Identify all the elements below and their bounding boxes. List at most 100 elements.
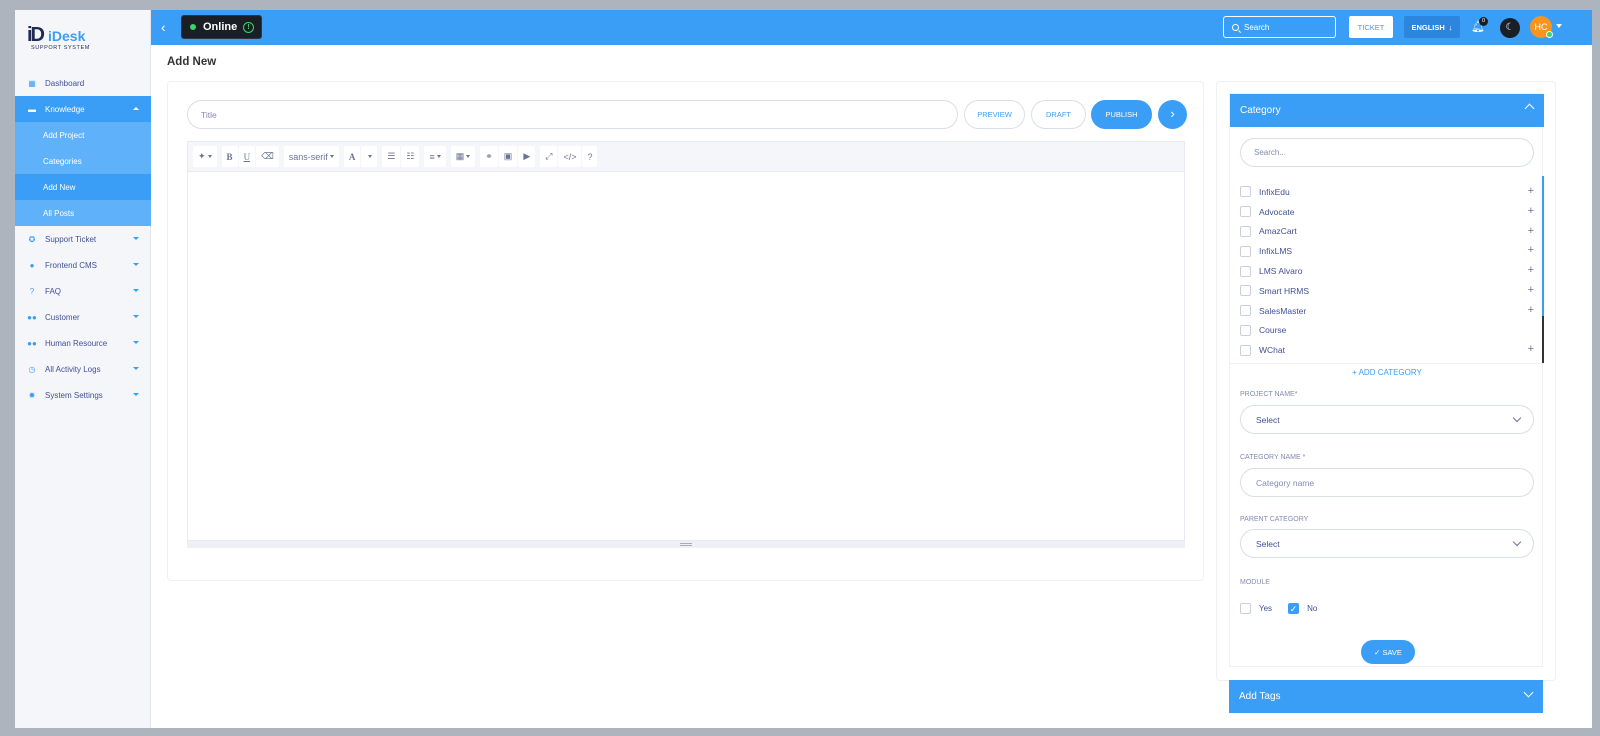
expand-plus-icon[interactable]: + bbox=[1528, 304, 1534, 316]
sidebar-item-frontend-cms[interactable]: ● Frontend CMS bbox=[15, 252, 151, 278]
font-family-select[interactable]: sans-serif bbox=[283, 146, 339, 167]
category-checkbox[interactable] bbox=[1240, 265, 1251, 277]
bullet-list-icon[interactable]: ☰ bbox=[382, 146, 401, 167]
expand-plus-icon[interactable]: + bbox=[1528, 244, 1534, 256]
next-button[interactable]: › bbox=[1158, 100, 1187, 129]
sidebar-menu: ▦ Dashboard ▬ Knowledge Add Project Cate… bbox=[15, 70, 151, 408]
parent-category-label: PARENT CATEGORY bbox=[1240, 516, 1309, 523]
parent-category-select[interactable]: Select bbox=[1240, 529, 1534, 558]
language-label: ENGLISH bbox=[1411, 22, 1445, 32]
module-label: MODULE bbox=[1240, 579, 1270, 586]
status-badge[interactable]: Online ! bbox=[181, 15, 262, 39]
bell-icon[interactable]: 🔔︎ 0 bbox=[1471, 17, 1488, 34]
list-item: AmazCart + bbox=[1230, 222, 1544, 242]
avatar[interactable]: HC bbox=[1530, 16, 1553, 38]
list-item: LMS Alvaro + bbox=[1230, 261, 1544, 281]
list-item: Advocate + bbox=[1230, 202, 1544, 222]
module-yes-checkbox[interactable] bbox=[1240, 603, 1251, 614]
font-color-icon[interactable]: A bbox=[343, 146, 361, 167]
list-item: InfixLMS + bbox=[1230, 241, 1544, 261]
status-label: Online bbox=[203, 21, 238, 33]
sidebar-item-system-settings[interactable]: ✹ System Settings bbox=[15, 382, 151, 408]
list-item: Course bbox=[1230, 321, 1544, 341]
link-icon[interactable]: ⚭ bbox=[480, 146, 498, 167]
lifebuoy-icon: ✪ bbox=[28, 234, 36, 244]
code-view-icon[interactable]: </> bbox=[558, 146, 582, 167]
sidebar-item-dashboard[interactable]: ▦ Dashboard bbox=[15, 70, 151, 96]
eraser-icon[interactable]: ⌫ bbox=[256, 146, 279, 167]
category-search-placeholder: Search... bbox=[1254, 148, 1287, 157]
fullscreen-icon[interactable]: ⤢ bbox=[540, 146, 558, 167]
category-search-input[interactable]: Search... bbox=[1240, 138, 1534, 167]
save-button[interactable]: ✓ SAVE bbox=[1361, 640, 1415, 664]
sidebar-item-support-ticket[interactable]: ✪ Support Ticket bbox=[15, 226, 151, 252]
bold-icon[interactable]: B bbox=[221, 146, 238, 167]
category-checkbox[interactable] bbox=[1240, 245, 1251, 257]
check-icon: ✓ bbox=[1289, 604, 1298, 614]
chevron-down-icon bbox=[1512, 413, 1522, 423]
table-icon[interactable]: ▦ bbox=[450, 146, 476, 167]
category-checkbox[interactable] bbox=[1240, 305, 1251, 317]
category-checkbox[interactable] bbox=[1240, 206, 1251, 218]
align-icon[interactable]: ≡ bbox=[424, 146, 446, 167]
underline-icon[interactable]: U bbox=[238, 146, 256, 167]
project-name-select[interactable]: Select bbox=[1240, 405, 1534, 434]
sidebar-item-faq[interactable]: ? FAQ bbox=[15, 278, 151, 304]
category-checkbox[interactable] bbox=[1240, 285, 1251, 297]
list-item: WChat + bbox=[1230, 340, 1544, 360]
category-checkbox[interactable] bbox=[1240, 186, 1251, 198]
expand-plus-icon[interactable]: + bbox=[1528, 205, 1534, 217]
category-header[interactable]: Category bbox=[1230, 94, 1544, 127]
sidebar-item-knowledge[interactable]: ▬ Knowledge bbox=[15, 96, 151, 122]
publish-button[interactable]: PUBLISH bbox=[1091, 100, 1152, 129]
module-no-checkbox[interactable]: ✓ bbox=[1288, 603, 1300, 614]
sidebar-item-customer[interactable]: ●● Customer bbox=[15, 304, 151, 330]
editor-card: Title PREVIEW DRAFT PUBLISH › ✦ B U ⌫ sa… bbox=[167, 81, 1204, 581]
category-checkbox[interactable] bbox=[1240, 324, 1251, 336]
expand-plus-icon[interactable]: + bbox=[1528, 185, 1534, 197]
sidebar-subitem-add-project[interactable]: Add Project bbox=[15, 122, 151, 148]
info-icon[interactable]: ! bbox=[243, 22, 254, 33]
help-icon[interactable]: ? bbox=[582, 146, 598, 167]
add-tags-header[interactable]: Add Tags bbox=[1229, 680, 1543, 713]
preview-button[interactable]: PREVIEW bbox=[964, 100, 1025, 129]
draft-button[interactable]: DRAFT bbox=[1031, 100, 1086, 129]
editor-resize-handle[interactable] bbox=[187, 541, 1185, 548]
add-category-link[interactable]: + ADD CATEGORY bbox=[1230, 368, 1544, 377]
numbered-list-icon[interactable]: ☷ bbox=[401, 146, 420, 167]
font-color-dropdown-icon[interactable] bbox=[361, 146, 378, 167]
chevron-down-icon bbox=[1512, 537, 1522, 547]
sidebar-item-activity-logs[interactable]: ◷ All Activity Logs bbox=[15, 356, 151, 382]
chevron-down-icon bbox=[133, 315, 139, 318]
dark-mode-toggle[interactable]: ☾ bbox=[1500, 18, 1520, 38]
magic-wand-icon[interactable]: ✦ bbox=[193, 146, 217, 167]
editor-content-area[interactable] bbox=[187, 172, 1185, 541]
category-checkbox[interactable] bbox=[1240, 344, 1251, 356]
profile-chevron-down-icon[interactable] bbox=[1556, 24, 1562, 28]
sidebar-item-human-resource[interactable]: ●● Human Resource bbox=[15, 330, 151, 356]
ticket-button[interactable]: TICKET bbox=[1349, 16, 1393, 38]
expand-plus-icon[interactable]: + bbox=[1528, 284, 1534, 296]
image-icon[interactable]: ▣ bbox=[498, 146, 518, 167]
sidebar-subitem-add-new[interactable]: Add New bbox=[15, 174, 151, 200]
expand-plus-icon[interactable]: + bbox=[1528, 264, 1534, 276]
category-label: InfixLMS bbox=[1259, 246, 1293, 257]
expand-plus-icon[interactable]: + bbox=[1528, 343, 1534, 355]
category-name-placeholder: Category name bbox=[1256, 477, 1315, 488]
category-name-input[interactable]: Category name bbox=[1240, 468, 1534, 497]
expand-plus-icon[interactable]: + bbox=[1528, 225, 1534, 237]
sidebar-subitem-categories[interactable]: Categories bbox=[15, 148, 151, 174]
top-search-input[interactable]: Search bbox=[1223, 16, 1336, 38]
chevron-down-icon bbox=[133, 367, 139, 370]
sidebar-subitem-all-posts[interactable]: All Posts bbox=[15, 200, 151, 226]
scrollbar-thumb[interactable] bbox=[1542, 316, 1544, 363]
parent-category-value: Select bbox=[1256, 538, 1280, 549]
collapse-sidebar-icon[interactable]: ‹ bbox=[161, 20, 171, 34]
language-select[interactable]: ENGLISH ↓ bbox=[1404, 16, 1460, 38]
add-tags-title: Add Tags bbox=[1239, 691, 1281, 702]
logo[interactable]: iD iDesk SUPPORT SYSTEM bbox=[27, 24, 137, 54]
title-input[interactable]: Title bbox=[187, 100, 958, 129]
video-icon[interactable]: ▶ bbox=[518, 146, 536, 167]
list-item: Smart HRMS + bbox=[1230, 281, 1544, 301]
category-checkbox[interactable] bbox=[1240, 225, 1251, 237]
